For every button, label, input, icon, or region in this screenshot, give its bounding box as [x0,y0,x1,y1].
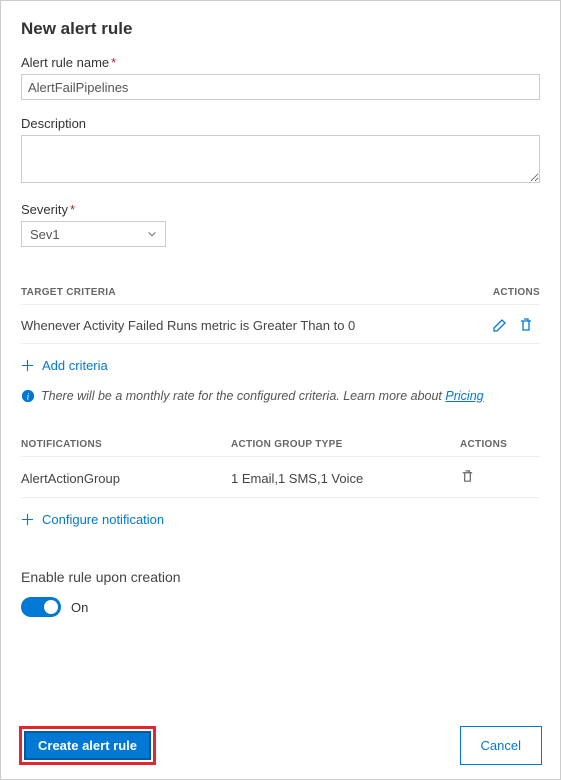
severity-label: Severity* [21,202,540,217]
chevron-down-icon [147,229,157,239]
configure-notification-button[interactable]: Configure notification [21,498,540,541]
notification-type: 1 Email,1 SMS,1 Voice [231,471,460,486]
required-asterisk: * [111,55,116,70]
configure-notification-label: Configure notification [42,512,164,527]
notifications-header: NOTIFICATIONS [21,439,231,450]
severity-select[interactable]: Sev1 [21,221,166,247]
notif-actions-header: ACTIONS [460,439,540,450]
action-group-type-header: ACTION GROUP TYPE [231,439,460,450]
cancel-button[interactable]: Cancel [460,726,542,765]
pricing-link[interactable]: Pricing [445,389,483,403]
create-alert-rule-button[interactable]: Create alert rule [24,731,151,760]
enable-toggle[interactable] [21,597,61,617]
enable-rule-label: Enable rule upon creation [21,569,540,585]
add-criteria-label: Add criteria [42,358,108,373]
delete-icon[interactable] [460,469,475,484]
criteria-actions-header: ACTIONS [493,287,540,298]
add-criteria-button[interactable]: Add criteria [21,344,540,387]
severity-value: Sev1 [30,227,60,242]
svg-text:i: i [27,392,30,403]
notification-row: AlertActionGroup 1 Email,1 SMS,1 Voice [21,457,540,498]
description-label: Description [21,116,540,131]
notification-name: AlertActionGroup [21,471,231,486]
page-title: New alert rule [21,19,540,39]
criteria-row: Whenever Activity Failed Runs metric is … [21,305,540,344]
plus-icon [21,359,34,372]
edit-icon[interactable] [492,317,508,333]
info-icon: i [21,389,35,403]
criteria-info-text: There will be a monthly rate for the con… [41,389,484,403]
description-textarea[interactable] [21,135,540,183]
enable-toggle-state: On [71,600,88,615]
criteria-text: Whenever Activity Failed Runs metric is … [21,318,355,333]
plus-icon [21,513,34,526]
alert-name-input[interactable] [21,74,540,100]
delete-icon[interactable] [518,317,534,333]
target-criteria-header: TARGET CRITERIA [21,287,116,298]
create-button-highlight: Create alert rule [19,726,156,765]
required-asterisk: * [70,202,75,217]
alert-name-label: Alert rule name* [21,55,540,70]
